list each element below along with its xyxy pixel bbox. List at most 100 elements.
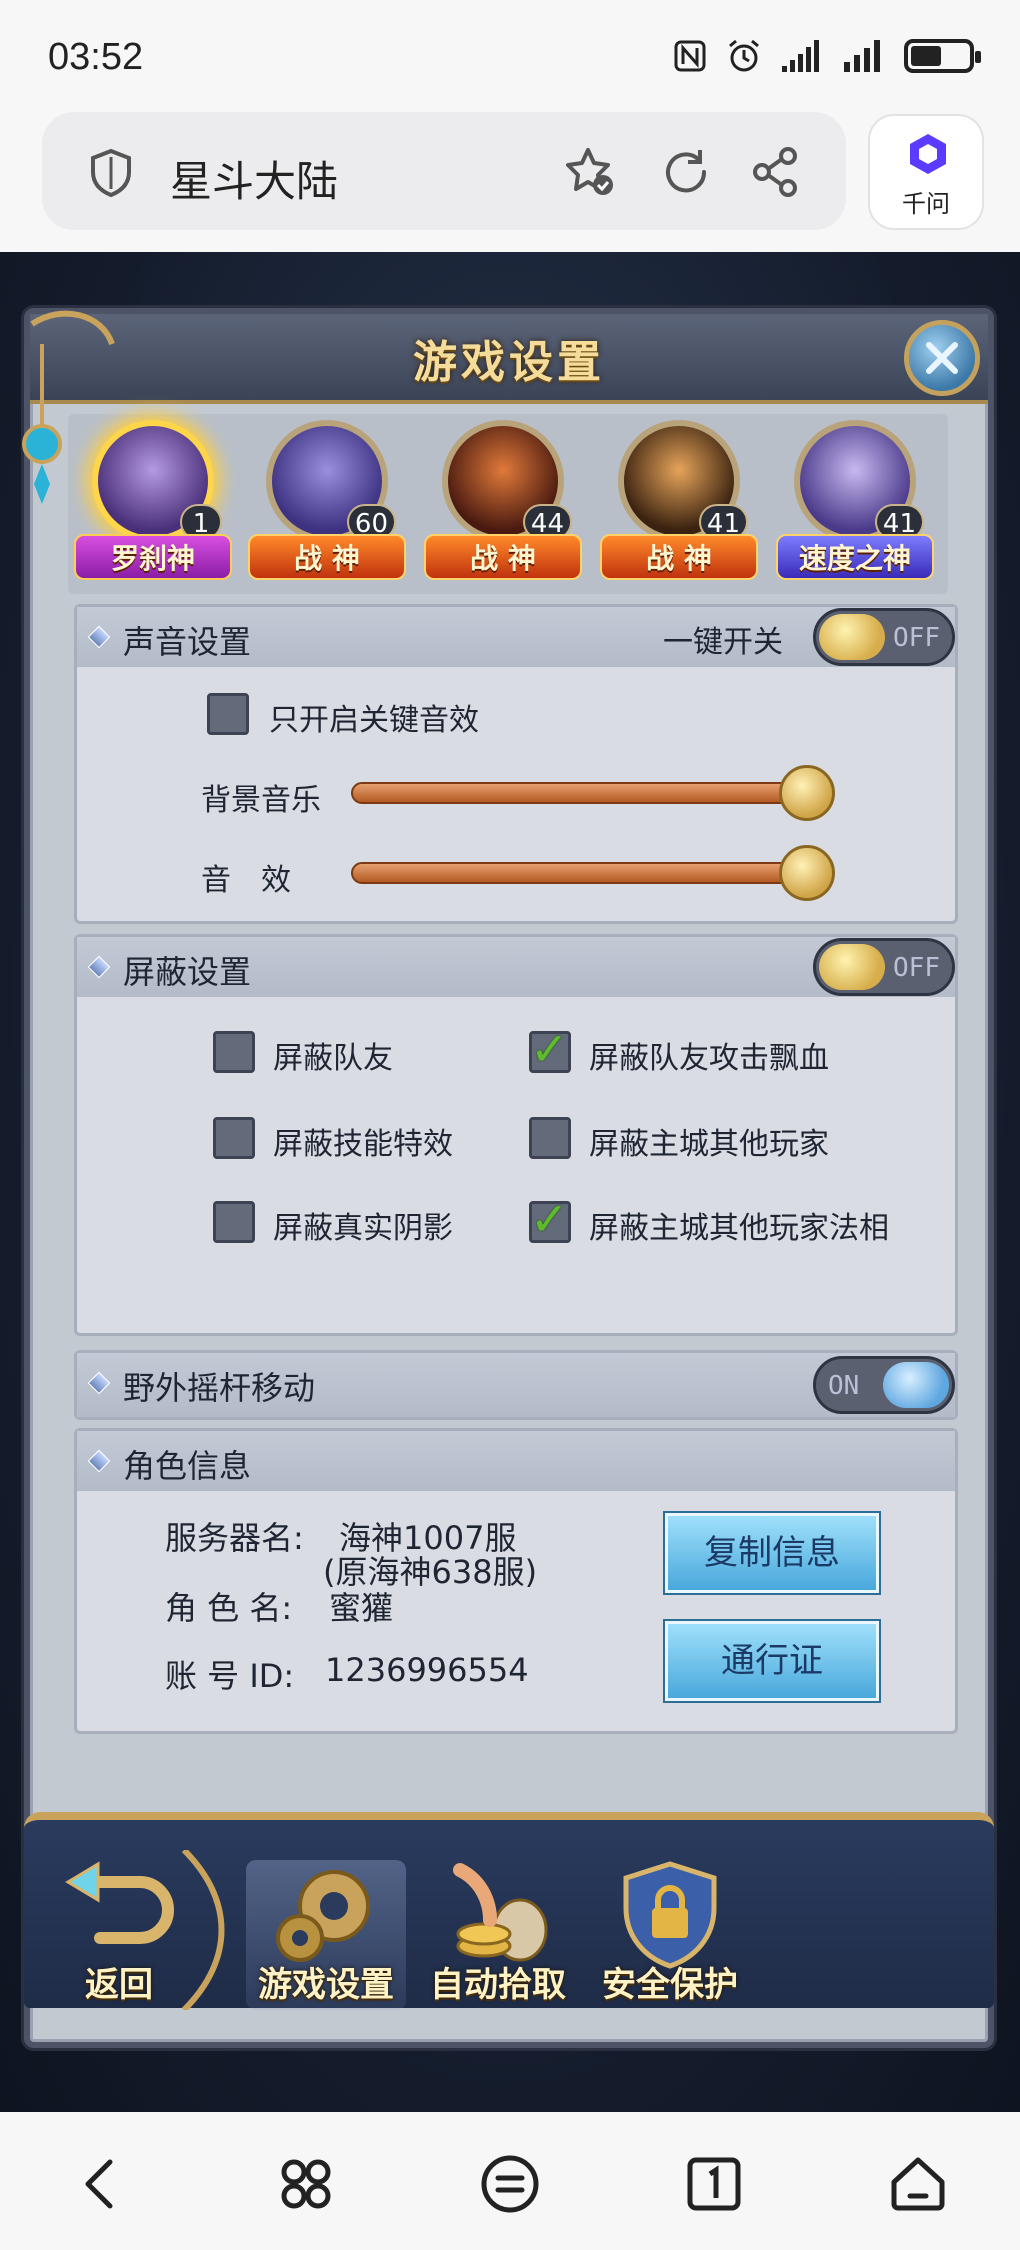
panel-title: 游戏设置 <box>413 337 605 388</box>
sfx-slider[interactable] <box>351 862 821 884</box>
shield-option-label: 屏蔽队友攻击飘血 <box>589 1041 829 1076</box>
server-label: 服务器名: <box>165 1519 304 1557</box>
status-bar: 03:52 <box>0 0 1020 110</box>
avatar-slot-2[interactable]: 60 战 神 <box>248 420 406 590</box>
avatar-slot-5[interactable]: 41 速度之神 <box>776 420 934 590</box>
ai-logo-icon <box>910 134 946 174</box>
shield-toggle[interactable]: OFF <box>813 938 955 996</box>
money-bag-icon <box>453 1863 548 1962</box>
shield-settings-section: 屏蔽设置 OFF 屏蔽队友 ✓ 屏蔽队友攻击飘血 屏蔽技能特效 屏蔽主城其他玩家… <box>74 934 958 1336</box>
sfx-label: 音 效 <box>201 863 291 898</box>
browser-toolbar: 星斗大陆 千问 <box>0 110 1020 252</box>
sound-settings-section: 声音设置 一键开关 OFF 只开启关键音效 背景音乐 音 效 <box>74 604 958 924</box>
alarm-icon <box>729 39 759 72</box>
shield-option-label: 屏蔽队友 <box>273 1041 393 1076</box>
divider-arc-icon <box>181 1850 225 2010</box>
sfx-slider-knob[interactable] <box>779 845 835 901</box>
section-header: 声音设置 一键开关 OFF <box>77 607 955 667</box>
status-time: 03:52 <box>48 36 144 78</box>
game-viewport: 游戏设置 1 罗刹神 60 战 神 44 战 神 41 战 神 41 速度之神 … <box>0 252 1020 2112</box>
shield-real-shadow-checkbox[interactable] <box>213 1201 255 1243</box>
section-title: 声音设置 <box>123 623 252 661</box>
shield-teammates-checkbox[interactable] <box>213 1031 255 1073</box>
avatar-badge: 速度之神 <box>776 534 934 580</box>
return-arrow-icon <box>65 1861 174 1944</box>
ai-assistant-label: 千问 <box>902 190 950 218</box>
avatar-slot-4[interactable]: 41 战 神 <box>600 420 758 590</box>
avatar-badge: 战 神 <box>248 534 406 580</box>
shield-option-label: 屏蔽主城其他玩家 <box>589 1127 829 1162</box>
role-name-value: 蜜獾 <box>329 1589 394 1627</box>
character-avatar-strip: 1 罗刹神 60 战 神 44 战 神 41 战 神 41 速度之神 <box>68 414 948 594</box>
shield-city-avatar-checkbox[interactable]: ✓ <box>529 1192 571 1246</box>
toggle-state: OFF <box>893 953 940 983</box>
pass-button[interactable]: 通行证 <box>665 1621 879 1701</box>
signal-icon-1 <box>782 40 819 72</box>
shield-icon[interactable] <box>88 148 134 198</box>
close-button[interactable] <box>904 320 980 396</box>
diamond-icon <box>87 1371 111 1395</box>
shield-option-label: 屏蔽真实阴影 <box>273 1211 453 1246</box>
shield-team-damage-checkbox[interactable]: ✓ <box>529 1022 571 1076</box>
copy-info-button[interactable]: 复制信息 <box>665 1513 879 1593</box>
account-id-value: 1236996554 <box>325 1651 529 1689</box>
master-sound-toggle[interactable]: OFF <box>813 608 955 666</box>
shield-option-label: 屏蔽技能特效 <box>273 1127 453 1162</box>
role-name-label: 角 色 名: <box>165 1589 293 1627</box>
address-bar[interactable]: 星斗大陆 <box>42 112 846 230</box>
refresh-icon[interactable] <box>658 144 714 200</box>
back-label: 返回 <box>85 1965 153 2005</box>
key-sound-only-label: 只开启关键音效 <box>269 703 479 738</box>
bgm-slider-knob[interactable] <box>779 765 835 821</box>
avatar-slot-1[interactable]: 1 罗刹神 <box>74 420 232 590</box>
shield-skill-effects-checkbox[interactable] <box>213 1117 255 1159</box>
joystick-toggle[interactable]: ON <box>813 1356 955 1414</box>
back-button[interactable]: 返回 <box>44 1860 194 2010</box>
battery-icon <box>904 39 981 73</box>
tabs-icon[interactable] <box>682 2152 746 2216</box>
close-icon <box>926 342 958 374</box>
checkmark-icon: ✓ <box>530 1192 569 1246</box>
section-title: 屏蔽设置 <box>123 953 252 991</box>
panel-title-bar: 游戏设置 <box>30 314 988 404</box>
account-id-label: 账 号 ID: <box>165 1657 295 1695</box>
avatar-badge: 战 神 <box>424 534 582 580</box>
system-nav-bar <box>0 2112 1020 2250</box>
diamond-icon <box>87 625 111 649</box>
nfc-icon <box>674 40 706 72</box>
game-settings-label: 游戏设置 <box>258 1965 394 2005</box>
master-sound-label: 一键开关 <box>663 625 783 660</box>
section-header: 角色信息 <box>77 1431 955 1491</box>
menu-icon[interactable] <box>478 2152 542 2216</box>
section-title: 角色信息 <box>123 1447 252 1485</box>
auto-pickup-tab[interactable]: 自动拾取 <box>418 1860 578 2010</box>
bgm-label: 背景音乐 <box>201 783 321 818</box>
toggle-state: OFF <box>893 623 940 653</box>
home-icon[interactable] <box>886 2152 950 2216</box>
role-info-section: 角色信息 服务器名: 海神1007服 (原海神638服) 角 色 名: 蜜獾 账… <box>74 1428 958 1734</box>
favorite-star-icon[interactable] <box>562 144 618 200</box>
avatar-badge: 罗刹神 <box>74 534 232 580</box>
status-icons <box>672 38 981 74</box>
diamond-icon <box>87 955 111 979</box>
back-icon[interactable] <box>70 2152 134 2216</box>
lock-shield-icon <box>623 1861 717 1969</box>
shield-city-players-checkbox[interactable] <box>529 1117 571 1159</box>
joystick-section: 野外摇杆移动 ON <box>74 1350 958 1420</box>
bgm-slider[interactable] <box>351 782 821 804</box>
game-settings-tab[interactable]: 游戏设置 <box>246 1860 406 2010</box>
key-sound-only-checkbox[interactable] <box>207 693 249 735</box>
section-title: 野外摇杆移动 <box>123 1369 316 1407</box>
share-icon[interactable] <box>748 144 804 200</box>
signal-icon-2 <box>844 40 880 72</box>
shield-option-label: 屏蔽主城其他玩家法相 <box>589 1211 889 1246</box>
diamond-icon <box>87 1449 111 1473</box>
apps-icon[interactable] <box>274 2152 338 2216</box>
ai-assistant-button[interactable]: 千问 <box>868 114 984 230</box>
page-title[interactable]: 星斗大陆 <box>170 148 338 209</box>
bottom-menu-bar: 返回 游戏设置 自动拾取 安全保护 <box>24 1812 994 2010</box>
security-tab[interactable]: 安全保护 <box>590 1860 750 2010</box>
avatar-slot-3[interactable]: 44 战 神 <box>424 420 582 590</box>
toggle-knob <box>883 1362 949 1408</box>
section-header: 屏蔽设置 OFF <box>77 937 955 997</box>
